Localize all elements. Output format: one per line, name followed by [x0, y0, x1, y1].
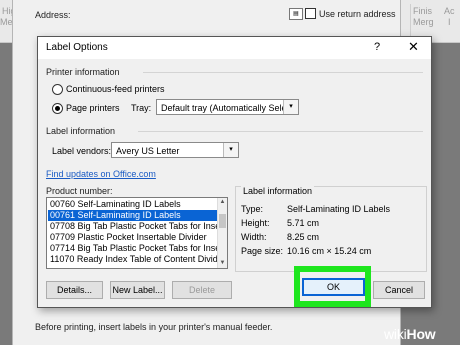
details-button[interactable]: Details...: [46, 281, 103, 299]
product-number-label: Product number:: [46, 186, 113, 196]
help-button[interactable]: ?: [374, 41, 380, 53]
label-information-label: Label information: [46, 126, 116, 136]
scroll-up-icon[interactable]: ▲: [218, 198, 227, 207]
height-value: 5.71 cm: [287, 218, 320, 228]
dialog-titlebar: Label Options ? ✕: [38, 37, 431, 59]
label-vendors-dropdown[interactable]: Avery US Letter ▾: [111, 142, 239, 158]
address-book-icon[interactable]: ▤: [289, 8, 303, 20]
ribbon-separator: [410, 4, 411, 36]
continuous-feed-radio[interactable]: [52, 84, 63, 95]
close-button[interactable]: ✕: [408, 39, 419, 55]
list-scrollbar[interactable]: ▲ ▼: [217, 198, 227, 268]
use-return-address-checkbox[interactable]: [305, 8, 316, 19]
list-item[interactable]: 00760 Self-Laminating ID Labels: [48, 199, 219, 210]
tray-dropdown[interactable]: Default tray (Automatically Select) ▾: [156, 99, 299, 115]
use-return-address-label: Use return address: [319, 9, 396, 19]
page-printers-radio[interactable]: [52, 103, 63, 114]
label-information-title: Label information: [241, 186, 315, 196]
scrollbar-thumb[interactable]: [219, 214, 226, 228]
page-size-value: 10.16 cm × 15.24 cm: [287, 246, 372, 256]
chevron-down-icon[interactable]: ▾: [223, 143, 238, 157]
scroll-down-icon[interactable]: ▼: [218, 259, 227, 268]
type-key: Type:: [241, 204, 264, 214]
page-printers-label: Page printers: [66, 103, 120, 113]
label-options-dialog: Label Options ? ✕ Printer information Co…: [37, 36, 432, 308]
ribbon-finish-merge-label: Merg: [413, 17, 434, 27]
list-item[interactable]: 07709 Plastic Pocket Insertable Divider: [48, 232, 219, 243]
manual-feeder-note: Before printing, insert labels in your p…: [35, 322, 273, 332]
ribbon-add-label: Ac: [444, 6, 455, 16]
continuous-feed-label: Continuous-feed printers: [66, 84, 165, 94]
tray-value: Default tray (Automatically Select): [161, 103, 297, 113]
delete-button[interactable]: Delete: [172, 281, 232, 299]
watermark-wiki: wiki: [384, 326, 407, 342]
label-vendors-value: Avery US Letter: [116, 146, 180, 156]
section-divider: [143, 72, 423, 73]
list-item-selected[interactable]: 00761 Self-Laminating ID Labels: [48, 210, 219, 221]
list-item[interactable]: 11070 Ready Index Table of Content Divid…: [48, 254, 219, 265]
ribbon-add-label-2: I: [448, 17, 451, 27]
type-value: Self-Laminating ID Labels: [287, 204, 391, 214]
label-information-group: [235, 186, 427, 272]
width-value: 8.25 cm: [287, 232, 320, 242]
watermark-how: How: [406, 326, 436, 342]
wikihow-watermark: wikiHow: [384, 326, 436, 342]
new-label-button[interactable]: New Label...: [110, 281, 165, 299]
height-key: Height:: [241, 218, 270, 228]
ribbon-finish-label: Finis: [413, 6, 433, 16]
list-item[interactable]: 07708 Big Tab Plastic Pocket Tabs for In…: [48, 221, 219, 232]
dialog-title: Label Options: [46, 42, 108, 53]
tray-label: Tray:: [131, 103, 152, 113]
width-key: Width:: [241, 232, 267, 242]
find-updates-link[interactable]: Find updates on Office.com: [46, 169, 156, 179]
label-vendors-label: Label vendors:: [52, 146, 112, 156]
printer-information-label: Printer information: [46, 67, 120, 77]
chevron-down-icon[interactable]: ▾: [283, 100, 298, 114]
product-number-list[interactable]: 00760 Self-Laminating ID Labels 00761 Se…: [46, 197, 228, 269]
list-item[interactable]: 07714 Big Tab Plastic Pocket Tabs for In…: [48, 243, 219, 254]
address-label: Address:: [35, 10, 71, 20]
cancel-button[interactable]: Cancel: [373, 281, 425, 299]
ok-highlight-frame: [294, 266, 371, 307]
page-size-key: Page size:: [241, 246, 284, 256]
section-divider: [138, 131, 423, 132]
